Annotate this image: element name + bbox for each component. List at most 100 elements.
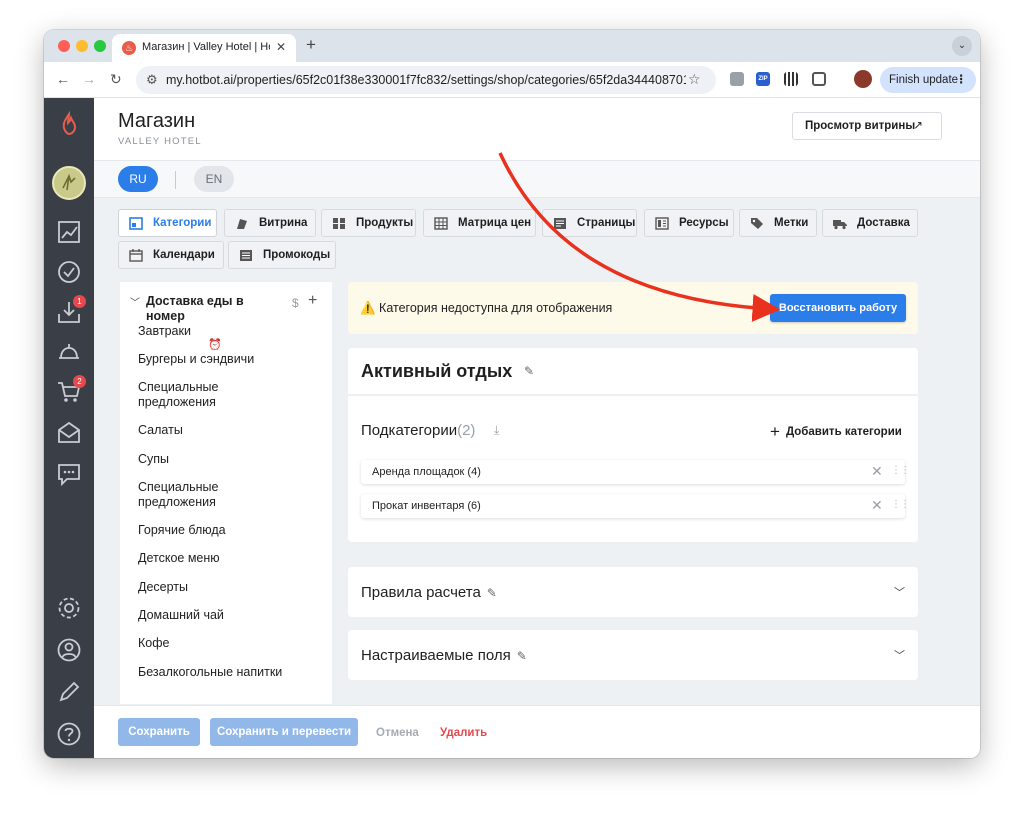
category-item[interactable]: Безалкогольные напитки <box>138 665 308 680</box>
save-button[interactable]: Сохранить <box>118 718 200 746</box>
remove-subcategory-icon[interactable]: ✕ <box>871 463 883 480</box>
category-item[interactable]: Домашний чай <box>138 608 288 623</box>
custom-fields-section[interactable]: Настраиваемые поля ✎ ﹀ <box>348 630 918 680</box>
lang-en-button[interactable]: EN <box>194 166 234 192</box>
forward-icon[interactable]: → <box>82 71 96 87</box>
external-arrow-icon: ↗ <box>913 120 923 132</box>
browser-tab[interactable]: ♨ Магазин | Valley Hotel | Hotbot ✕ <box>112 34 296 62</box>
tab-delivery[interactable]: Доставка <box>822 209 918 237</box>
resources-icon <box>655 217 669 230</box>
category-item[interactable]: Завтраки <box>138 324 288 339</box>
add-categories-button[interactable]: + Добавить категории <box>770 420 902 441</box>
warning-text: ⚠️ Категория недоступна для отображения <box>360 301 612 316</box>
downloads-badge: 1 <box>73 295 86 308</box>
bookmark-star-icon[interactable]: ☆ <box>688 71 701 88</box>
tab-resources-label: Ресурсы <box>679 217 729 229</box>
browser-toolbar: ← → ↻ ⚙ my.hotbot.ai/properties/65f2c01f… <box>44 62 980 98</box>
user-profile-icon[interactable] <box>55 636 83 664</box>
lang-ru-button[interactable]: RU <box>118 166 158 192</box>
pricing-rules-section[interactable]: Правила расчета ✎ ﹀ <box>348 567 918 617</box>
category-item[interactable]: Супы <box>138 452 288 467</box>
calendar-icon <box>129 249 143 262</box>
subcategory-row[interactable]: Прокат инвентаря (6) ✕ ⋮⋮ <box>361 494 910 518</box>
hotbot-favicon-icon: ♨ <box>122 41 136 55</box>
edit-pencil-icon[interactable]: ✎ <box>517 649 527 663</box>
tasks-check-icon[interactable] <box>55 258 83 286</box>
dish-icon[interactable] <box>55 338 83 366</box>
back-icon[interactable]: ← <box>56 71 70 87</box>
restore-button[interactable]: Восстановить работу <box>770 294 906 322</box>
showcase-icon <box>237 219 247 229</box>
drag-handle-icon[interactable]: ⋮⋮ <box>891 465 910 476</box>
remove-subcategory-icon[interactable]: ✕ <box>871 497 883 514</box>
tab-pages[interactable]: Страницы <box>542 209 637 237</box>
chrome-menu-icon[interactable]: ⋮ <box>956 67 968 93</box>
expand-chevron-icon[interactable]: ﹀ <box>894 584 905 600</box>
category-item[interactable]: Специальные предложения <box>138 380 248 410</box>
cart-badge: 2 <box>73 375 86 388</box>
chat-icon[interactable] <box>55 460 83 488</box>
tab-showcase[interactable]: Витрина <box>224 209 316 237</box>
qr-extension-icon[interactable] <box>784 72 798 86</box>
camera-extension-icon[interactable] <box>730 72 744 86</box>
tab-price-matrix[interactable]: Матрица цен <box>423 209 536 237</box>
tab-categories-label: Категории <box>153 217 212 229</box>
settings-gear-icon[interactable] <box>55 594 83 622</box>
subcategories-label: Подкатегории <box>361 422 458 439</box>
category-item[interactable]: Специальные предложения <box>138 480 248 510</box>
analytics-icon[interactable] <box>55 218 83 246</box>
finish-update-button[interactable]: Finish update ⋮ <box>880 67 976 93</box>
zip-extension-icon[interactable]: ZIP <box>756 72 770 86</box>
mail-icon[interactable] <box>55 418 83 446</box>
close-window-button[interactable] <box>58 40 70 52</box>
extensions-puzzle-icon[interactable] <box>812 72 826 86</box>
add-category-plus-icon[interactable]: + <box>308 292 317 310</box>
currency-dollar-icon[interactable]: $ <box>292 296 299 310</box>
profile-avatar[interactable] <box>854 70 872 88</box>
new-tab-icon[interactable]: + <box>306 35 316 55</box>
cancel-button[interactable]: Отмена <box>376 727 419 739</box>
category-item[interactable]: Кофе <box>138 636 288 651</box>
expand-chevron-icon[interactable]: ﹀ <box>894 647 905 663</box>
delete-button[interactable]: Удалить <box>440 727 487 739</box>
reload-icon[interactable]: ↻ <box>110 71 122 88</box>
tab-delivery-label: Доставка <box>857 217 910 229</box>
category-item[interactable]: Салаты <box>138 423 288 438</box>
edit-pencil-icon[interactable]: ✎ <box>487 586 497 600</box>
collapse-chevron-icon[interactable]: ﹀ <box>130 294 140 309</box>
tab-categories[interactable]: Категории <box>118 209 217 237</box>
download-icon[interactable]: ⤓ <box>494 423 499 438</box>
tab-products-label: Продукты <box>356 217 414 229</box>
preview-showcase-button[interactable]: Просмотр витрины ↗ <box>792 112 942 140</box>
edit-name-pencil-icon[interactable]: ✎ <box>524 364 534 378</box>
property-logo-avatar[interactable] <box>52 166 86 200</box>
warning-triangle-icon: ⚠️ <box>360 301 380 315</box>
site-info-icon[interactable]: ⚙ <box>146 72 158 88</box>
tab-products[interactable]: Продукты <box>321 209 416 237</box>
tab-resources[interactable]: Ресурсы <box>644 209 734 237</box>
form-footer: Сохранить Сохранить и перевести Отмена У… <box>94 705 980 758</box>
category-item[interactable]: Бургеры и сэндвичи <box>138 352 288 367</box>
help-icon[interactable] <box>55 720 83 748</box>
tab-search-icon[interactable]: ⌄ <box>952 36 972 56</box>
category-item[interactable]: Десерты <box>138 580 288 595</box>
pricing-rules-label: Правила расчета <box>361 584 481 601</box>
tab-promocodes[interactable]: Промокоды <box>228 241 336 269</box>
left-nav-rail: 1 2 <box>44 98 94 758</box>
maximize-window-button[interactable] <box>94 40 106 52</box>
tab-calendars[interactable]: Календари <box>118 241 224 269</box>
tab-close-icon[interactable]: ✕ <box>276 40 286 54</box>
tab-tags[interactable]: Метки <box>739 209 817 237</box>
category-group-title[interactable]: Доставка еды в номер <box>146 294 266 324</box>
page-header: Магазин VALLEY HOTEL Просмотр витрины ↗ <box>94 98 980 160</box>
hotbot-logo-icon[interactable] <box>55 110 83 138</box>
edit-pencil-icon[interactable] <box>55 678 83 706</box>
subcategory-row[interactable]: Аренда площадок (4) ✕ ⋮⋮ <box>361 460 910 484</box>
custom-fields-label: Настраиваемые поля <box>361 647 511 664</box>
save-and-translate-button[interactable]: Сохранить и перевести <box>210 718 358 746</box>
minimize-window-button[interactable] <box>76 40 88 52</box>
address-bar[interactable]: ⚙ my.hotbot.ai/properties/65f2c01f38e330… <box>136 66 716 94</box>
drag-handle-icon[interactable]: ⋮⋮ <box>891 499 910 510</box>
category-item[interactable]: Горячие блюда <box>138 523 288 538</box>
category-item[interactable]: Детское меню <box>138 551 288 566</box>
